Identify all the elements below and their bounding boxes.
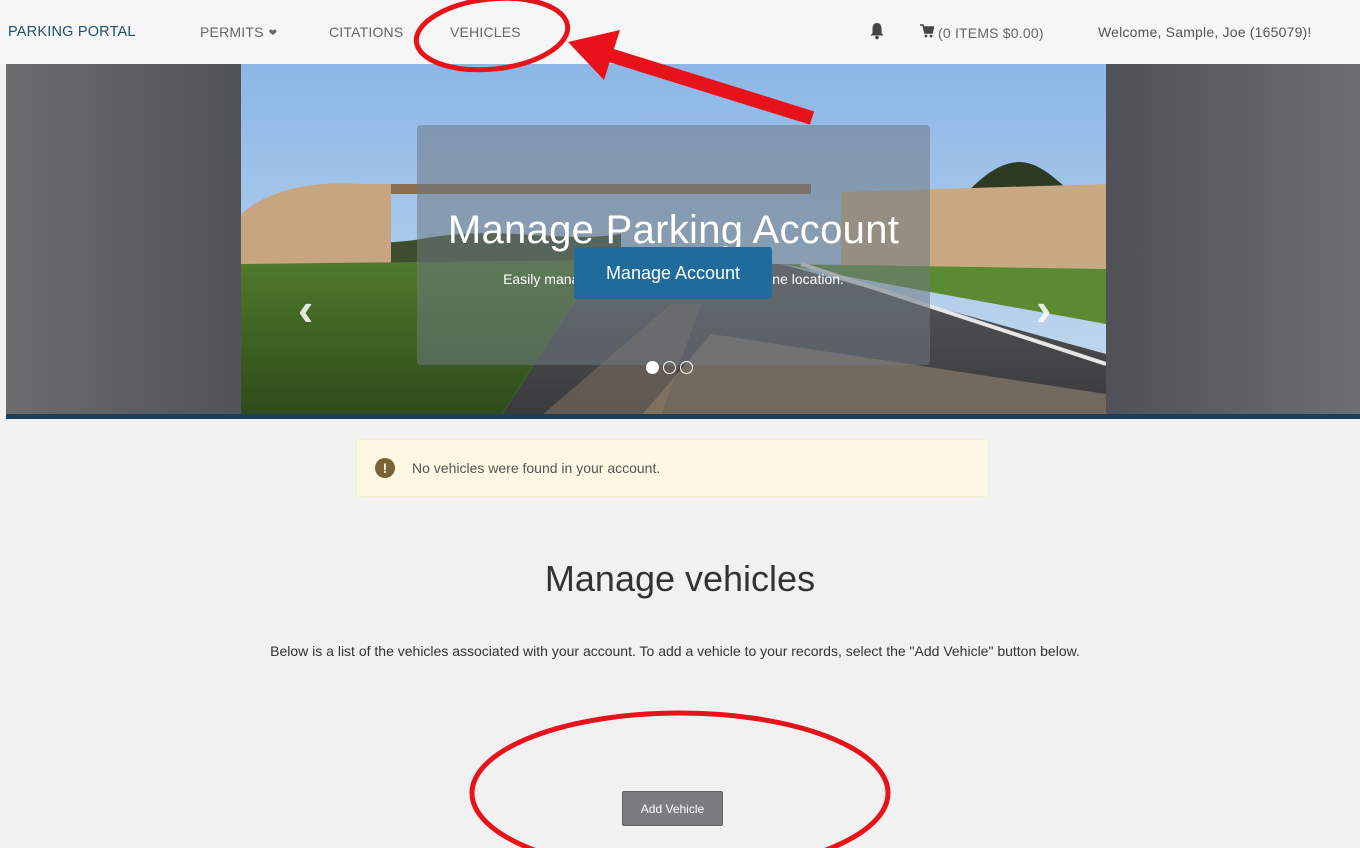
cart-icon xyxy=(920,24,938,41)
hero-caption: Manage Parking Account Easily manage you… xyxy=(417,125,930,365)
carousel-indicators xyxy=(646,361,693,374)
bell-icon[interactable] xyxy=(870,22,884,40)
cart-summary: (0 ITEMS $0.00) xyxy=(938,24,1044,41)
nav-vehicles[interactable]: VEHICLES xyxy=(450,24,521,40)
add-vehicle-button[interactable]: Add Vehicle xyxy=(622,791,723,826)
chevron-down-icon: ❤ xyxy=(268,28,278,39)
page-title: Manage vehicles xyxy=(544,558,816,599)
nav-citations[interactable]: CITATIONS xyxy=(329,24,403,40)
alert-message: No vehicles were found in your account. xyxy=(412,460,661,476)
hero-divider xyxy=(6,414,1360,419)
cart-link[interactable]: (0 ITEMS $0.00) xyxy=(920,24,1044,41)
nav-permits-label: PERMITS xyxy=(200,24,264,40)
annotation-circle-add-vehicle xyxy=(469,710,891,848)
carousel-dot-3[interactable] xyxy=(680,361,693,374)
chevron-left-icon[interactable]: ‹ xyxy=(298,282,313,336)
page-description: Below is a list of the vehicles associat… xyxy=(270,643,1080,659)
no-vehicles-alert: ! No vehicles were found in your account… xyxy=(356,439,989,497)
top-navbar: PARKING PORTAL PERMITS ❤ CITATIONS VEHICL… xyxy=(0,0,1360,64)
carousel-dot-2[interactable] xyxy=(663,361,676,374)
exclamation-icon: ! xyxy=(375,458,395,478)
nav-permits[interactable]: PERMITS ❤ xyxy=(200,24,277,40)
brand-link[interactable]: PARKING PORTAL xyxy=(8,24,136,40)
manage-account-button[interactable]: Manage Account xyxy=(574,247,772,299)
carousel-dot-1[interactable] xyxy=(646,361,659,374)
chevron-right-icon[interactable]: › xyxy=(1036,282,1051,336)
welcome-user[interactable]: Welcome, Sample, Joe (165079)! xyxy=(1098,24,1312,40)
